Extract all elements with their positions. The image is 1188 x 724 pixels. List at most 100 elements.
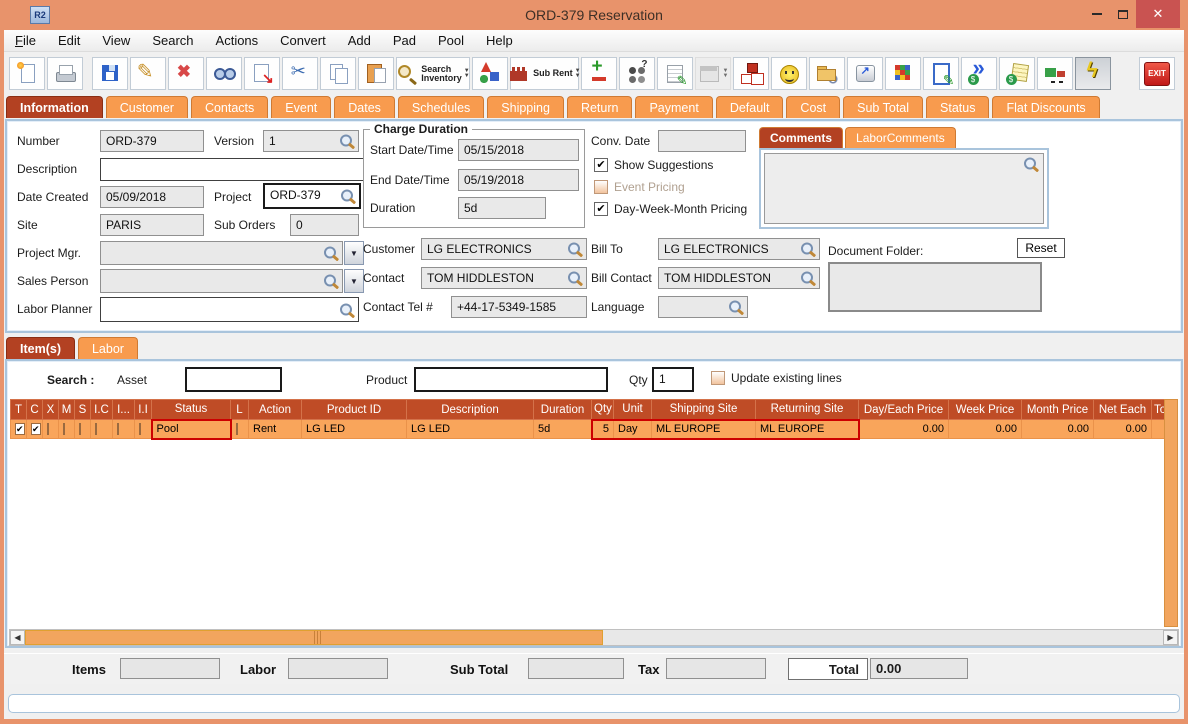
search-icon[interactable] [323,274,339,289]
org-chart-button[interactable] [733,57,769,90]
smiley-button[interactable] [771,57,807,90]
dropdown-arrows-icon[interactable] [464,69,470,79]
qty-input[interactable]: 1 [652,367,694,392]
vertical-scrollbar[interactable] [1164,399,1178,627]
cell-day-each-price[interactable]: 0.00 [858,419,949,439]
cell-c[interactable] [26,419,43,439]
cell-shipping-site[interactable]: ML EUROPE [651,418,756,440]
scroll-left-icon[interactable]: ◀ [10,630,25,645]
labor-planner-input[interactable] [100,297,359,322]
scrollbar-thumb[interactable] [25,630,603,645]
menu-actions[interactable]: Actions [205,31,270,50]
tab-customer[interactable]: Customer [105,96,188,118]
dwm-pricing-checkbox[interactable] [594,202,608,216]
checkbox-icon[interactable] [31,423,41,435]
description-input[interactable] [100,158,364,181]
contact-field[interactable]: TOM HIDDLESTON [421,267,587,289]
tab-shipping[interactable]: Shipping [487,96,564,118]
cell-ic[interactable] [90,419,113,439]
tab-comments[interactable]: Comments [759,127,844,148]
tab-items[interactable]: Item(s) [6,337,75,359]
edit-button[interactable] [130,57,167,90]
cell-month-price[interactable]: 0.00 [1021,419,1094,439]
save-button[interactable] [92,57,129,90]
tab-flat-discounts[interactable]: Flat Discounts [992,96,1100,118]
col-month-price[interactable]: Month Price [1021,399,1094,420]
cell-l[interactable] [230,419,249,439]
bill-to-field[interactable]: LG ELECTRONICS [658,238,820,260]
checkbox-icon[interactable] [63,423,65,435]
find-button[interactable] [206,57,243,90]
col-shipping-site[interactable]: Shipping Site [651,399,756,420]
tab-labor-comments[interactable]: LaborComments [845,127,956,148]
language-field[interactable] [658,296,748,318]
invoice-button[interactable] [999,57,1035,90]
search-icon[interactable] [728,300,744,315]
reset-button[interactable]: Reset [1017,238,1065,258]
tab-status[interactable]: Status [926,96,990,118]
col-duration[interactable]: Duration [533,399,592,420]
cell-m[interactable] [58,419,75,439]
cell-action[interactable]: Rent [248,419,302,439]
tab-sub-total[interactable]: Sub Total [843,96,924,118]
cell-description[interactable]: LG LED [406,419,534,439]
checkbox-icon[interactable] [139,423,141,435]
add-line-button[interactable] [581,56,617,90]
checkbox-icon[interactable] [235,423,238,435]
col-s[interactable]: S [74,399,91,420]
tab-event[interactable]: Event [271,96,332,118]
document-folder-box[interactable] [828,262,1042,312]
minimize-button[interactable] [1084,0,1110,28]
col-unit[interactable]: Unit [613,399,652,420]
tab-payment[interactable]: Payment [635,96,713,118]
sales-person-field[interactable] [100,269,343,293]
menu-pool[interactable]: Pool [427,31,475,50]
paste-button[interactable] [358,57,395,90]
col-action[interactable]: Action [248,399,302,420]
col-qty[interactable]: Qty [591,399,614,420]
cell-product-id[interactable]: LG LED [301,419,407,439]
edit-document-button[interactable] [923,57,959,90]
search-icon[interactable] [323,246,339,261]
new-button[interactable] [9,57,45,90]
sub-rent-button[interactable]: Sub Rent [509,57,581,90]
checkbox-icon[interactable] [95,423,97,435]
col-description[interactable]: Description [406,399,534,420]
project-mgr-dropdown[interactable] [344,241,364,265]
comments-textarea[interactable] [764,153,1044,224]
cell-net-each[interactable]: 0.00 [1093,419,1152,439]
cell-x[interactable] [42,419,59,439]
cell-ii[interactable] [134,419,152,439]
cell-t[interactable] [10,419,27,439]
col-x[interactable]: X [42,399,59,420]
checkbox-icon[interactable] [79,423,81,435]
col-day-each-price[interactable]: Day/Each Price [858,399,949,420]
cell-status[interactable]: Pool [150,418,232,440]
col-ic[interactable]: I.C [90,399,113,420]
col-i-dot[interactable]: I... [112,399,135,420]
copy-special-button[interactable] [244,57,281,90]
maximize-button[interactable] [1110,0,1136,28]
delete-button[interactable] [168,57,205,90]
tab-contacts[interactable]: Contacts [190,96,269,118]
close-button[interactable]: ✕ [1136,0,1180,28]
spheres-button[interactable] [619,57,655,90]
search-icon[interactable] [567,271,583,286]
cell-duration[interactable]: 5d [533,419,592,439]
menu-search[interactable]: Search [141,31,204,50]
scrollbar-track[interactable] [603,630,1163,645]
checkbox-icon[interactable] [47,423,49,435]
color-blocks-button[interactable] [885,57,921,90]
search-icon[interactable] [800,271,816,286]
asset-input[interactable] [185,367,282,392]
folder-button[interactable] [809,57,845,90]
horizontal-scrollbar[interactable]: ◀ ▶ [9,629,1179,646]
menu-pad[interactable]: Pad [382,31,427,50]
bill-contact-field[interactable]: TOM HIDDLESTON [658,267,820,289]
col-status[interactable]: Status [151,399,231,420]
tab-information[interactable]: Information [6,96,103,118]
cut-button[interactable] [282,57,319,90]
dropdown-arrows-icon[interactable] [575,69,581,79]
col-m[interactable]: M [58,399,75,420]
project-input[interactable]: ORD-379 [263,183,361,209]
